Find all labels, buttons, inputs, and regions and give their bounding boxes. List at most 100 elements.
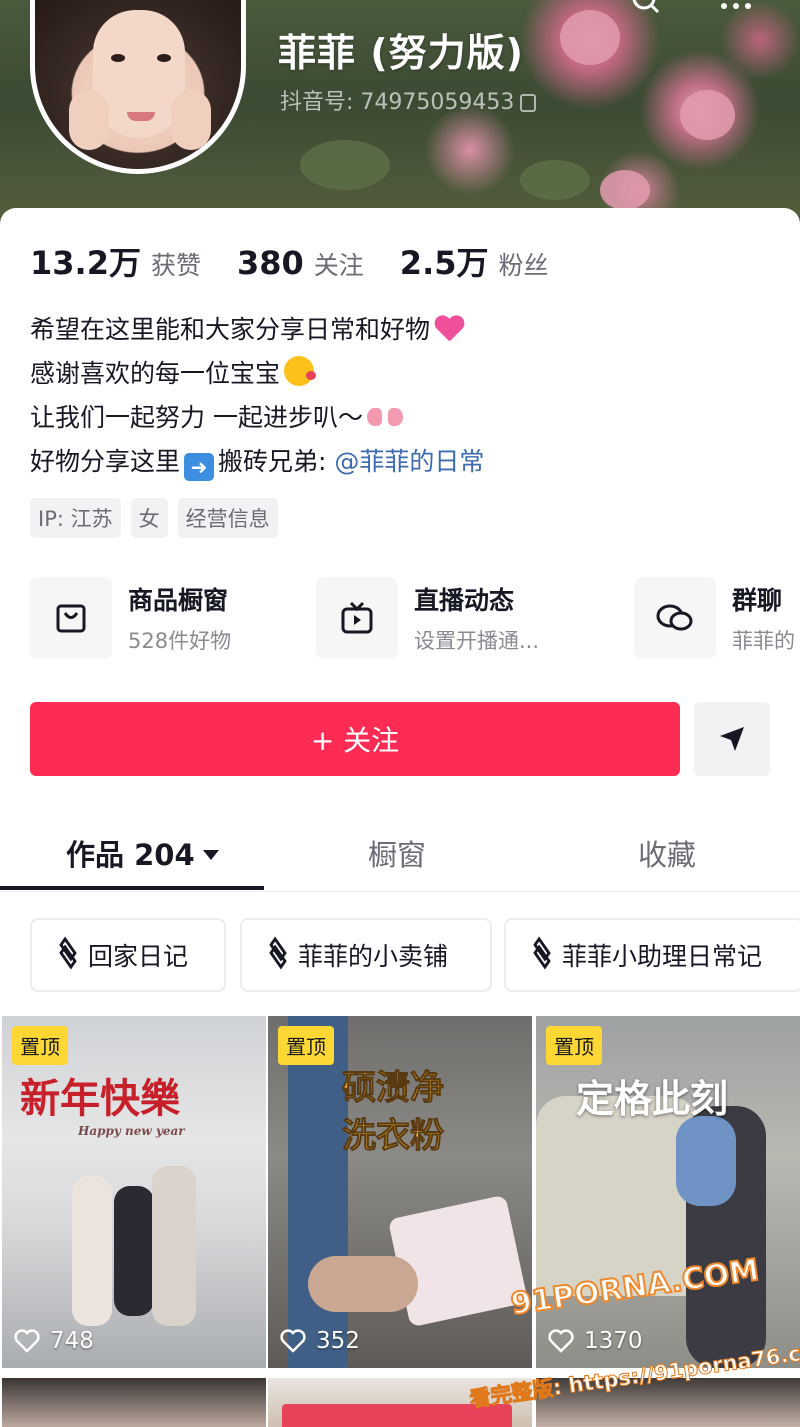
heart-emoji-icon (434, 316, 464, 342)
stat-value: 380 (236, 244, 304, 282)
kiss-emoji-icon (284, 356, 317, 386)
collection-chip[interactable]: 回家日记 (30, 918, 226, 992)
copy-icon[interactable] (520, 94, 537, 112)
pinned-badge: 置顶 (278, 1026, 334, 1065)
banner-flower (680, 90, 735, 140)
service-shop-window[interactable]: 商品橱窗 528件好物 (30, 576, 231, 660)
douyin-id-text: 抖音号: 74975059453 (280, 90, 515, 115)
video-thumbnail[interactable]: 置顶 定格此刻 1370 (536, 1016, 800, 1368)
bio-line: 希望在这里能和大家分享日常和好物 (30, 308, 484, 352)
douyin-id: 抖音号: 74975059453 (280, 84, 537, 116)
more-icon[interactable] (718, 0, 754, 14)
stat-value: 13.2万 (30, 244, 141, 282)
video-likes: 352 (280, 1328, 360, 1354)
video-title: 硕渍净 (342, 1068, 445, 1109)
collection-chip[interactable]: 菲菲的小卖铺 (240, 918, 492, 992)
service-title: 群聊 (732, 586, 783, 615)
tv-icon (316, 577, 398, 659)
video-detergent-bag (387, 1194, 529, 1328)
tab-favorites[interactable]: 收藏 (638, 832, 696, 874)
bio-mention-link[interactable]: @菲菲的日常 (334, 447, 484, 476)
video-figure (114, 1186, 154, 1316)
banner-flower (600, 170, 650, 210)
service-subtitle: 528件好物 (128, 629, 232, 653)
video-child (676, 1116, 736, 1206)
video-thumbnail[interactable]: 置顶 新年快樂 Happy new year 748 (2, 1016, 266, 1368)
follow-button[interactable]: + 关注 (30, 702, 680, 776)
video-title: 新年快樂 (20, 1075, 180, 1122)
service-subtitle: 菲菲的 (732, 629, 795, 653)
avatar-hand (69, 90, 109, 150)
profile-nickname: 菲菲 (努力版) (278, 31, 524, 75)
caret-down-icon (202, 850, 219, 860)
avatar-eye (157, 54, 171, 62)
pinned-badge: 置顶 (12, 1026, 68, 1065)
bio-line: 感谢喜欢的每一位宝宝 (30, 352, 484, 396)
video-likes: 1370 (548, 1328, 643, 1354)
stat-label: 获赞 (150, 251, 201, 280)
bag-icon (30, 577, 112, 659)
service-group-chat[interactable]: 群聊 菲菲的 (634, 576, 795, 660)
share-button[interactable] (694, 702, 770, 776)
stat-followers[interactable]: 2.5万 粉丝 (400, 238, 549, 284)
heart-outline-icon (280, 1329, 306, 1353)
bow-emoji-icon (366, 406, 403, 430)
tab-works[interactable]: 作品 204 (66, 832, 219, 874)
heart-outline-icon (548, 1329, 574, 1353)
bio-line: 好物分享这里 ➜ 搬砖兄弟: @菲菲的日常 (30, 440, 484, 484)
layers-icon (530, 936, 554, 970)
tab-window[interactable]: 橱窗 (368, 832, 426, 874)
video-hand (308, 1256, 418, 1312)
video-subtitle: Happy new year (78, 1124, 185, 1138)
bio-line: 让我们一起努力 一起进步叭～ (30, 396, 484, 440)
profile-card: 13.2万 获赞 380 关注 2.5万 粉丝 希望在这里能和大家分享日常和好物… (0, 208, 800, 1427)
tab-works-label: 作品 204 (66, 838, 195, 872)
active-tab-indicator (0, 886, 264, 890)
avatar[interactable] (30, 0, 246, 174)
service-text: 直播动态 设置开播通... (414, 581, 539, 655)
heart-outline-icon (14, 1329, 40, 1353)
banner-leaf (520, 160, 590, 200)
likes-count: 1370 (584, 1328, 643, 1354)
service-title: 直播动态 (414, 586, 515, 615)
content-tabs: 作品 204 橱窗 收藏 (0, 818, 800, 892)
bio-text: 搬砖兄弟: (218, 447, 335, 476)
service-entries: 商品橱窗 528件好物 直播动态 设置开播通... 群聊 菲菲的 (30, 576, 800, 660)
stat-likes[interactable]: 13.2万 获赞 (30, 238, 201, 284)
service-text: 群聊 菲菲的 (732, 581, 795, 655)
likes-count: 748 (50, 1328, 94, 1354)
chat-icon (634, 577, 716, 659)
collection-label: 菲菲的小卖铺 (298, 942, 449, 971)
likes-count: 352 (316, 1328, 360, 1354)
tag-gender: 女 (130, 498, 168, 538)
pinned-badge: 置顶 (546, 1026, 602, 1065)
stat-label: 粉丝 (498, 251, 549, 280)
bio-text: 感谢喜欢的每一位宝宝 (30, 359, 281, 388)
avatar-hand (171, 90, 211, 150)
video-title: 洗衣粉 (342, 1116, 445, 1157)
stat-following[interactable]: 380 关注 (237, 244, 364, 282)
tag-business-info[interactable]: 经营信息 (177, 498, 278, 538)
layers-icon (56, 936, 80, 970)
collection-chip[interactable]: 菲菲小助理日常记 (504, 918, 800, 992)
service-live[interactable]: 直播动态 设置开播通... (316, 576, 539, 660)
tag-ip: IP: 江苏 (30, 498, 121, 538)
profile-banner: ‹ 菲菲 (努力版) 抖音号: 74975059453 (0, 0, 800, 230)
banner-flower (560, 10, 620, 65)
bio-text: 好物分享这里 (30, 447, 181, 476)
video-figure (152, 1166, 196, 1326)
stat-value: 2.5万 (399, 244, 489, 282)
collection-label: 菲菲小助理日常记 (562, 942, 763, 971)
service-subtitle: 设置开播通... (414, 629, 540, 653)
stat-label: 关注 (313, 251, 364, 280)
profile-stats: 13.2万 获赞 380 关注 2.5万 粉丝 (30, 238, 585, 284)
collection-label: 回家日记 (88, 942, 189, 971)
bio-text: 希望在这里能和大家分享日常和好物 (30, 315, 431, 344)
video-thumbnail[interactable]: 置顶 硕渍净 洗衣粉 352 (268, 1016, 532, 1368)
right-arrow-emoji-icon: ➜ (184, 453, 215, 481)
bio-text: 让我们一起努力 一起进步叭～ (30, 403, 363, 432)
video-figure (72, 1176, 112, 1326)
search-icon[interactable] (628, 0, 664, 14)
video-thumbnail[interactable] (2, 1378, 266, 1427)
video-apron (288, 1016, 348, 1368)
